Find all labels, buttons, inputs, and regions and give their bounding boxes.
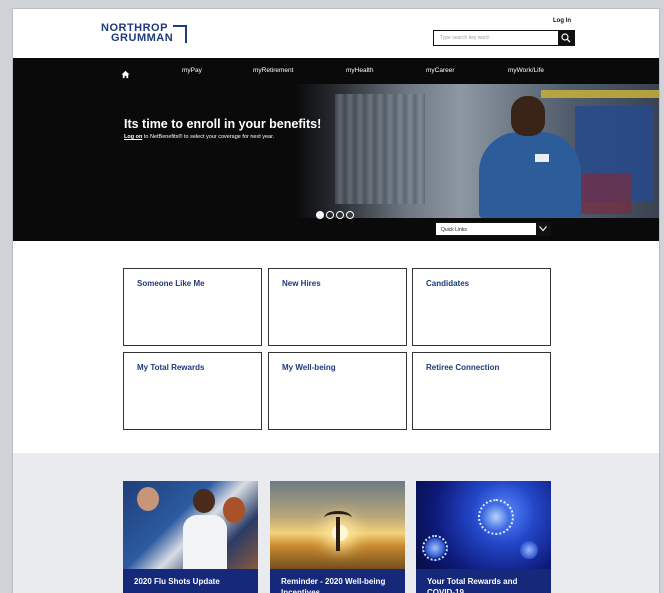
nav-item-myworklife[interactable]: myWork/Life (508, 67, 544, 74)
carousel-dots (316, 206, 356, 224)
tile-label: Candidates (426, 279, 470, 288)
logo-bracket-icon (173, 25, 187, 43)
hero-subtitle: Log on to NetBenefits® to select your co… (124, 134, 274, 140)
page-frame: NORTHROP GRUMMAN Log In Type search key … (12, 8, 660, 593)
nav-item-myretirement[interactable]: myRetirement (253, 67, 293, 74)
home-icon[interactable] (121, 66, 130, 84)
main-nav: myPay myRetirement myHealth myCareer myW… (13, 58, 659, 84)
hero-title: Its time to enroll in your benefits! (124, 117, 322, 131)
tile-my-well-being[interactable]: My Well-being (268, 352, 407, 430)
tiles-section: Someone Like Me New Hires Candidates My … (13, 241, 659, 453)
logo-line-2: GRUMMAN (111, 32, 174, 44)
news-card-covid-19[interactable]: Your Total Rewards and COVID-19 (416, 481, 551, 593)
news-section: 2020 Flu Shots Update Reminder - 2020 We… (13, 453, 659, 593)
news-card-title: Reminder - 2020 Well-being Incentives (281, 577, 386, 593)
tile-label: New Hires (282, 279, 321, 288)
nav-item-myhealth[interactable]: myHealth (346, 67, 373, 74)
tile-label: Retiree Connection (426, 363, 500, 372)
sunset-image (270, 481, 405, 571)
tile-someone-like-me[interactable]: Someone Like Me (123, 268, 262, 346)
hero-photo (295, 84, 659, 218)
search-box[interactable]: Type search key word (433, 30, 575, 46)
news-card-caption: 2020 Flu Shots Update (123, 569, 258, 593)
hero-banner: myPay myRetirement myHealth myCareer myW… (13, 58, 659, 241)
search-icon (561, 33, 571, 43)
carousel-dot[interactable] (336, 211, 344, 219)
tile-label: Someone Like Me (137, 279, 205, 288)
tile-my-total-rewards[interactable]: My Total Rewards (123, 352, 262, 430)
search-input[interactable]: Type search key word (440, 35, 489, 41)
news-card-well-being-incentives[interactable]: Reminder - 2020 Well-being Incentives (270, 481, 405, 593)
flu-shots-image (123, 481, 258, 571)
login-link[interactable]: Log In (553, 18, 571, 24)
news-card-title: Your Total Rewards and COVID-19 (427, 577, 518, 593)
search-button[interactable] (558, 31, 574, 45)
tile-new-hires[interactable]: New Hires (268, 268, 407, 346)
quick-links-label: Quick Links (441, 227, 467, 233)
chevron-down-icon[interactable] (536, 223, 550, 235)
news-card-flu-shots[interactable]: 2020 Flu Shots Update (123, 481, 258, 593)
hero-person-image (475, 96, 585, 218)
news-card-caption: Your Total Rewards and COVID-19 (416, 569, 551, 593)
nav-item-mypay[interactable]: myPay (182, 67, 202, 74)
tile-candidates[interactable]: Candidates (412, 268, 551, 346)
header: NORTHROP GRUMMAN Log In Type search key … (13, 9, 659, 58)
carousel-dot[interactable] (346, 211, 354, 219)
carousel-dot[interactable] (326, 211, 334, 219)
tile-label: My Total Rewards (137, 363, 205, 372)
netbenefits-login-link[interactable]: Log on (124, 134, 142, 140)
news-card-title: 2020 Flu Shots Update (134, 577, 220, 586)
nav-item-mycareer[interactable]: myCareer (426, 67, 455, 74)
quick-links-dropdown[interactable]: Quick Links (435, 222, 551, 236)
tile-retiree-connection[interactable]: Retiree Connection (412, 352, 551, 430)
carousel-dot[interactable] (316, 211, 324, 219)
northrop-grumman-logo[interactable]: NORTHROP GRUMMAN (101, 23, 187, 44)
hero-subtitle-text: to NetBenefits® to select your coverage … (142, 134, 275, 140)
virus-image (416, 481, 551, 571)
tile-label: My Well-being (282, 363, 336, 372)
news-card-caption: Reminder - 2020 Well-being Incentives (270, 569, 405, 593)
